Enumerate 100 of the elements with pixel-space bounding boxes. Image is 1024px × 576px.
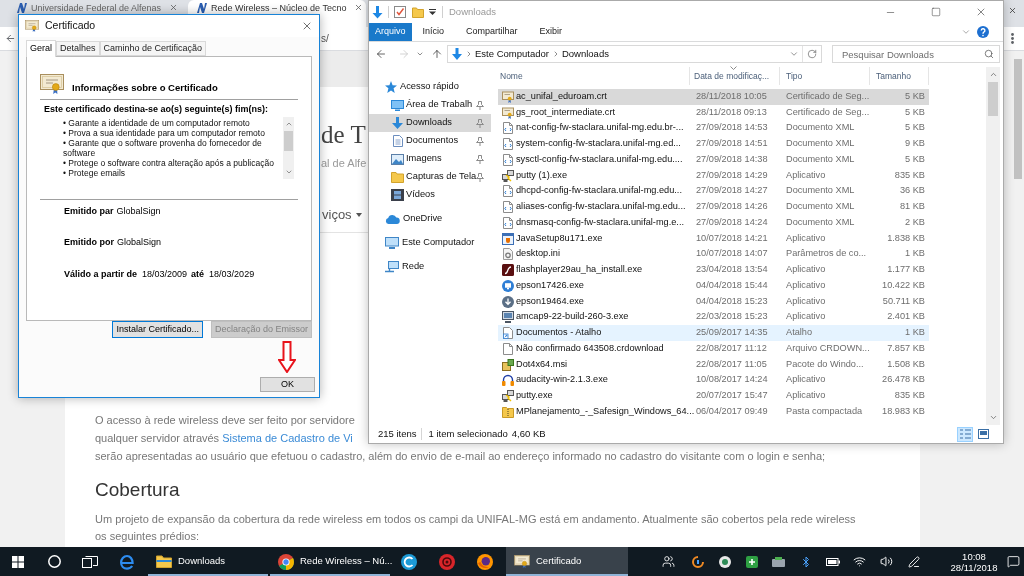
menu-icon[interactable]	[1011, 33, 1014, 44]
clock[interactable]: 10:08 28/11/2018	[946, 547, 1002, 576]
battery-icon[interactable]	[825, 557, 840, 566]
nav-item[interactable]: Vídeos	[369, 186, 491, 204]
checkbox-icon[interactable]	[394, 6, 406, 18]
ribbon-tab[interactable]: Compartilhar	[455, 23, 529, 41]
dialog-tab[interactable]: Caminho de Certificação	[99, 41, 207, 56]
circle-icon[interactable]	[47, 555, 61, 568]
breadcrumb-item[interactable]: Este Computador	[475, 46, 549, 62]
file-row[interactable]: putty (1).exe 27/09/2018 14:29 Aplicativo 835 KB	[498, 167, 929, 184]
column-header[interactable]: Nome	[498, 67, 690, 85]
back-icon[interactable]	[375, 48, 387, 60]
file-row[interactable]: desktop.ini 10/07/2018 14:07 Parâmetros de co... 1 KB	[498, 246, 929, 263]
nav-item[interactable]: Este Computador	[369, 234, 491, 252]
device-icon[interactable]	[772, 556, 785, 567]
scrollbar[interactable]	[283, 117, 294, 179]
nav-item[interactable]: Downloads	[369, 114, 491, 132]
chevron-down-icon[interactable]	[789, 49, 799, 59]
up-arrow-icon[interactable]	[431, 48, 443, 60]
ribbon-tab[interactable]: Exibir	[528, 23, 574, 41]
certificate-heading: Informações sobre o Certificado	[72, 82, 218, 94]
caret-icon[interactable]	[429, 9, 436, 15]
ribbon-tab[interactable]: Início	[411, 23, 456, 41]
ok-button[interactable]: OK	[260, 377, 315, 392]
view-button[interactable]	[957, 426, 973, 442]
scrollbar[interactable]	[986, 67, 1000, 425]
address-bar[interactable]: Este Computador Downloads	[447, 45, 822, 63]
file-row[interactable]: sysctl-config-fw-staclara.unifal-mg.edu.... 27/09/2018 14:38 Documento XML 5 KB	[498, 152, 929, 168]
column-header[interactable]: Tipo	[780, 67, 870, 85]
nav-item[interactable]: Imagens	[369, 150, 491, 168]
square-badge-icon[interactable]	[745, 555, 758, 568]
nav-item[interactable]: Área de Trabalh	[369, 96, 491, 114]
file-row[interactable]: audacity-win-2.1.3.exe 10/08/2017 14:24 Aplicativo 26.478 KB	[498, 372, 929, 389]
file-row[interactable]: Não confirmado 643508.crdownload 22/08/2017 11:12 Arquivo CRDOWN... 7.857 KB	[498, 341, 929, 357]
refresh-icon[interactable]	[807, 49, 817, 59]
scroll-thumb[interactable]	[988, 82, 998, 116]
file-menu-tab[interactable]: Arquivo	[369, 23, 412, 41]
nav-item[interactable]: Rede	[369, 258, 491, 276]
nav-item[interactable]: Capturas de Tela	[369, 168, 491, 186]
file-row[interactable]: aliases-config-fw-staclara.unifal-mg.edu... 27/09/2018 14:26 Documento XML 81 KB	[498, 199, 929, 215]
back-icon[interactable]	[5, 33, 16, 44]
stacked-windows-icon[interactable]	[82, 555, 98, 568]
breadcrumb-item[interactable]: Downloads	[561, 46, 609, 62]
wifi-icon[interactable]	[853, 555, 866, 568]
dialog-button[interactable]: Instalar Certificado...	[112, 321, 203, 338]
search-field[interactable]: Pesquisar Downloads	[832, 45, 1000, 63]
file-row[interactable]: epson17426.exe 04/04/2018 15:44 Aplicativo 10.422 KB	[498, 278, 929, 294]
chevron-down-icon[interactable]	[988, 413, 998, 422]
nav-item[interactable]: Acesso rápido	[369, 78, 491, 96]
file-row[interactable]: system-config-fw-staclara.unifal-mg.ed... 27/09/2018 14:51 Documento XML 9 KB	[498, 136, 929, 152]
help-icon[interactable]	[977, 26, 989, 38]
circle-badge-icon[interactable]	[718, 555, 731, 568]
modified-date: 10/07/2018 14:07	[696, 248, 768, 259]
column-header[interactable]: Tamanho	[870, 67, 929, 85]
download-icon[interactable]	[372, 5, 383, 19]
swirl-icon[interactable]	[691, 555, 704, 568]
file-row[interactable]: flashplayer29au_ha_install.exe 23/04/2018 13:54 Aplicativo 1.177 KB	[498, 262, 929, 278]
chevron-up-icon[interactable]	[988, 70, 998, 79]
maximize-icon[interactable]	[930, 7, 941, 17]
menu-item[interactable]: viços	[322, 207, 352, 223]
purpose-item: • Protege emails	[63, 168, 127, 178]
scroll-thumb[interactable]	[1014, 59, 1022, 179]
dialog-tab[interactable]: Detalhes	[56, 41, 100, 56]
chevron-up-icon[interactable]	[284, 120, 293, 128]
file-size: 5 KB	[905, 152, 925, 166]
scroll-thumb[interactable]	[284, 131, 293, 151]
close-icon[interactable]	[301, 20, 313, 32]
file-row[interactable]: Dot4x64.msi 22/08/2017 11:05 Pacote do Windo... 1.508 KB	[498, 356, 929, 373]
nav-item[interactable]: Documentos	[369, 132, 491, 150]
close-icon[interactable]	[1008, 6, 1017, 15]
file-row[interactable]: JavaSetup8u171.exe 10/07/2018 14:21 Aplicativo 1.838 KB	[498, 230, 929, 247]
file-row[interactable]: amcap9-22-build-260-3.exe 22/03/2018 15:23 Aplicativo 2.401 KB	[498, 309, 929, 326]
close-icon[interactable]	[354, 3, 364, 12]
dialog-tab[interactable]: Geral	[26, 40, 56, 57]
pen-icon[interactable]	[907, 555, 920, 568]
notification-icon[interactable]	[1006, 555, 1020, 568]
chevron-down-icon[interactable]	[416, 50, 424, 58]
taskbar-app-button[interactable]: Rede Wireless – Nú...	[270, 547, 390, 576]
caret-icon	[730, 66, 737, 70]
file-row[interactable]: nat-config-fw-staclara.unifal-mg.edu.br-... 27/09/2018 14:53 Documento XML 5 KB	[498, 120, 929, 137]
taskbar-app-button[interactable]: Certificado	[506, 547, 628, 576]
four-panes-icon[interactable]	[12, 555, 24, 568]
volume-icon[interactable]	[880, 555, 893, 568]
file-row[interactable]: Documentos - Atalho 25/09/2017 14:35 Atalho 1 KB	[498, 325, 929, 341]
file-row[interactable]: dhcpd-config-fw-staclara.unifal-mg.edu... 27/09/2018 14:27 Documento XML 36 KB	[498, 183, 929, 200]
file-row[interactable]: dnsmasq-config-fw-staclara.unifal-mg.e... 27/09/2018 14:24 Documento XML 2 KB	[498, 215, 929, 231]
chevron-down-icon[interactable]	[284, 168, 293, 176]
taskbar-app-button[interactable]: Downloads	[148, 547, 268, 576]
file-row[interactable]: putty.exe 20/07/2017 15:47 Aplicativo 835 KB	[498, 388, 929, 404]
nav-item[interactable]: OneDrive	[369, 210, 491, 228]
close-icon[interactable]	[169, 3, 179, 12]
link[interactable]: Sistema de Cadastro de Vi	[222, 432, 353, 444]
column-header[interactable]: Data de modificaç...	[690, 67, 780, 85]
file-row[interactable]: gs_root_intermediate.crt 28/11/2018 09:13 Certificado de Seg... 5 KB	[498, 104, 929, 121]
folder-icon[interactable]	[412, 6, 424, 18]
people-icon[interactable]	[661, 555, 675, 568]
file-row[interactable]: epson19464.exe 04/04/2018 15:23 Aplicativo 50.711 KB	[498, 293, 929, 310]
view-button[interactable]	[975, 426, 991, 442]
file-row[interactable]: ac_unifal_eduroam.crt 28/11/2018 10:05 Certificado de Seg... 5 KB	[498, 89, 929, 105]
file-row[interactable]: MPlanejamento_-_Safesign_Windows_64... 06/04/2017 09:49 Pasta compactada 18.983 KB	[498, 404, 929, 420]
